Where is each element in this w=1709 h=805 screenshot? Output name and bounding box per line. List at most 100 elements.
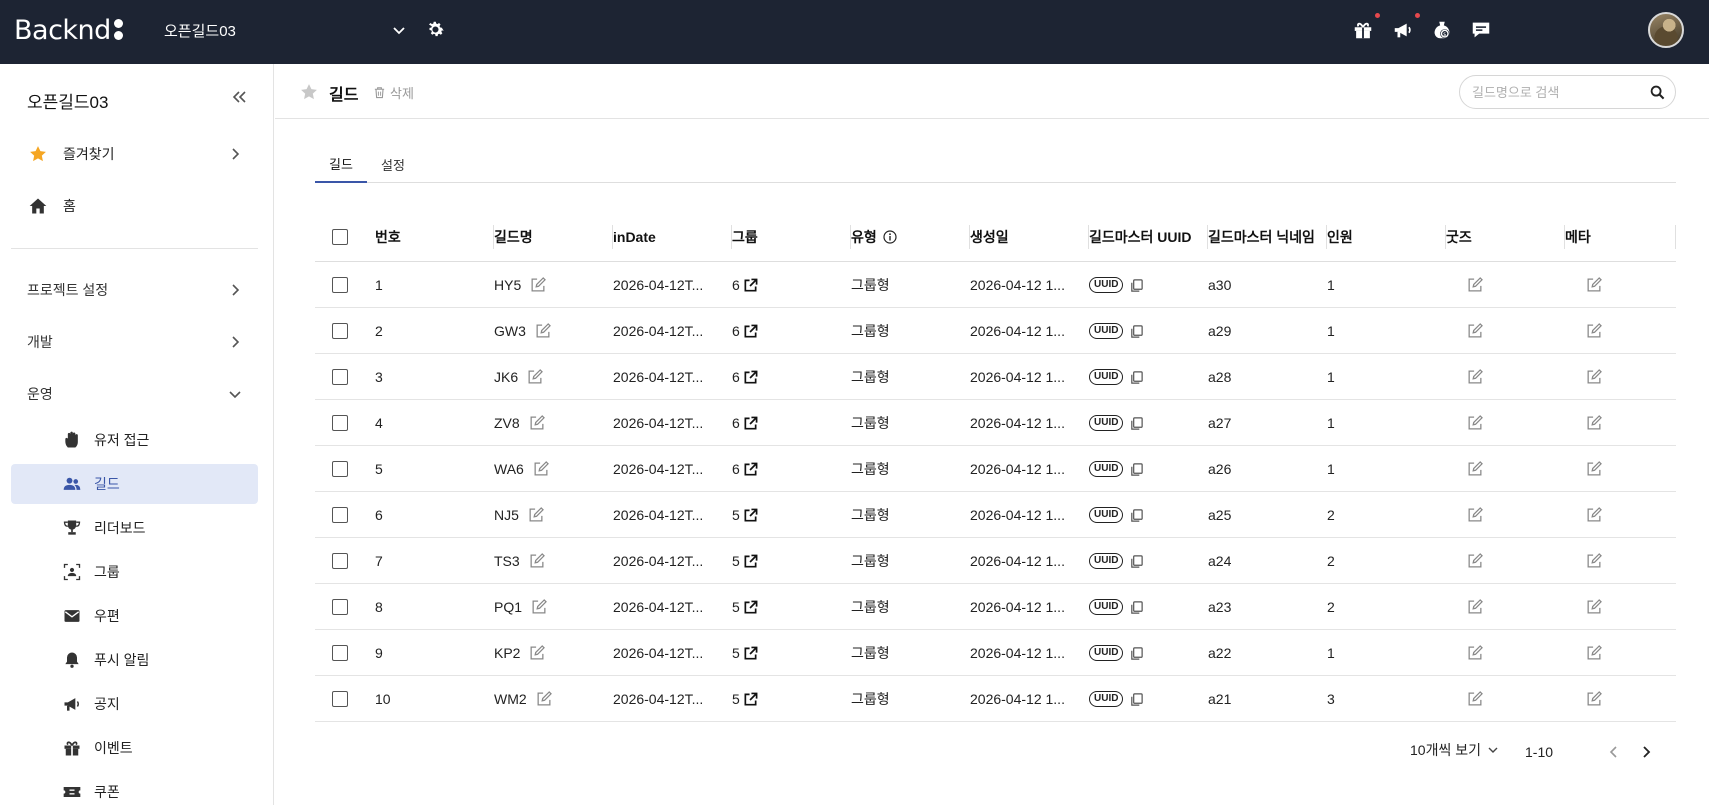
edit-icon[interactable]	[1466, 460, 1484, 478]
uuid-badge[interactable]: UUID	[1089, 553, 1124, 569]
external-link-icon[interactable]	[743, 370, 758, 385]
sidebar-item-group[interactable]: 그룹	[11, 552, 258, 592]
copy-icon[interactable]	[1129, 554, 1144, 569]
sidebar-item-push[interactable]: 푸시 알림	[11, 640, 258, 680]
column-header[interactable]: 굿즈	[1446, 212, 1565, 262]
tab-guild[interactable]: 길드	[315, 146, 367, 183]
external-link-icon[interactable]	[743, 554, 758, 569]
edit-icon[interactable]	[530, 598, 548, 616]
chevron-left-icon[interactable]	[1606, 744, 1622, 760]
backnd-logo[interactable]: Backnd	[14, 13, 123, 47]
edit-icon[interactable]	[1585, 368, 1603, 386]
row-checkbox[interactable]	[332, 323, 348, 339]
edit-icon[interactable]	[532, 460, 550, 478]
sidebar-section-development[interactable]: 개발	[11, 322, 258, 362]
info-icon[interactable]	[883, 230, 897, 244]
edit-icon[interactable]	[1585, 598, 1603, 616]
edit-icon[interactable]	[528, 552, 546, 570]
copy-icon[interactable]	[1129, 416, 1144, 431]
copy-icon[interactable]	[1129, 278, 1144, 293]
dollar-icon[interactable]: $	[1431, 19, 1453, 41]
copy-icon[interactable]	[1129, 508, 1144, 523]
chevrons-left-icon[interactable]	[230, 88, 248, 106]
edit-icon[interactable]	[535, 690, 553, 708]
copy-icon[interactable]	[1129, 646, 1144, 661]
edit-icon[interactable]	[1466, 322, 1484, 340]
edit-icon[interactable]	[1585, 322, 1603, 340]
row-checkbox[interactable]	[332, 691, 348, 707]
delete-button[interactable]: 삭제	[373, 83, 414, 102]
external-link-icon[interactable]	[743, 600, 758, 615]
edit-icon[interactable]	[1466, 552, 1484, 570]
external-link-icon[interactable]	[743, 692, 758, 707]
uuid-badge[interactable]: UUID	[1089, 461, 1124, 477]
column-header[interactable]: 인원	[1327, 212, 1446, 262]
copy-icon[interactable]	[1129, 462, 1144, 477]
copy-icon[interactable]	[1129, 324, 1144, 339]
row-checkbox[interactable]	[332, 553, 348, 569]
sidebar-item-leaderboard[interactable]: 리더보드	[11, 508, 258, 548]
edit-icon[interactable]	[1466, 506, 1484, 524]
tab-settings[interactable]: 설정	[367, 146, 419, 183]
external-link-icon[interactable]	[743, 416, 758, 431]
edit-icon[interactable]	[1466, 368, 1484, 386]
star-icon[interactable]	[299, 82, 319, 102]
uuid-badge[interactable]: UUID	[1089, 277, 1124, 293]
external-link-icon[interactable]	[743, 324, 758, 339]
edit-icon[interactable]	[1585, 460, 1603, 478]
column-header[interactable]: 길드마스터 UUID	[1089, 212, 1208, 262]
edit-icon[interactable]	[1466, 598, 1484, 616]
edit-icon[interactable]	[1466, 690, 1484, 708]
edit-icon[interactable]	[528, 414, 546, 432]
row-checkbox[interactable]	[332, 507, 348, 523]
sidebar-item-guild[interactable]: 길드	[11, 464, 258, 504]
column-header[interactable]: 메타	[1565, 212, 1676, 262]
edit-icon[interactable]	[1585, 552, 1603, 570]
edit-icon[interactable]	[529, 276, 547, 294]
edit-icon[interactable]	[1585, 276, 1603, 294]
copy-icon[interactable]	[1129, 600, 1144, 615]
edit-icon[interactable]	[1585, 690, 1603, 708]
uuid-badge[interactable]: UUID	[1089, 691, 1124, 707]
edit-icon[interactable]	[534, 322, 552, 340]
edit-icon[interactable]	[528, 644, 546, 662]
column-header[interactable]: inDate	[613, 212, 732, 262]
search-input[interactable]	[1472, 84, 1642, 100]
row-checkbox[interactable]	[332, 645, 348, 661]
chat-icon[interactable]	[1470, 19, 1492, 41]
uuid-badge[interactable]: UUID	[1089, 323, 1124, 339]
uuid-badge[interactable]: UUID	[1089, 599, 1124, 615]
uuid-badge[interactable]: UUID	[1089, 369, 1124, 385]
row-checkbox[interactable]	[332, 369, 348, 385]
sidebar-item-notice[interactable]: 공지	[11, 684, 258, 724]
sidebar-item-user-access[interactable]: 유저 접근	[11, 420, 258, 460]
row-checkbox[interactable]	[332, 461, 348, 477]
edit-icon[interactable]	[1585, 414, 1603, 432]
per-page-select[interactable]: 10개씩 보기	[1410, 740, 1499, 760]
row-checkbox[interactable]	[332, 599, 348, 615]
sidebar-section-operations[interactable]: 운영	[11, 374, 258, 414]
external-link-icon[interactable]	[743, 508, 758, 523]
sidebar-item-home[interactable]: 홈	[11, 186, 258, 226]
sidebar-item-event[interactable]: 이벤트	[11, 728, 258, 768]
external-link-icon[interactable]	[743, 278, 758, 293]
column-header[interactable]: 그룹	[732, 212, 851, 262]
uuid-badge[interactable]: UUID	[1089, 645, 1124, 661]
edit-icon[interactable]	[1466, 414, 1484, 432]
column-header[interactable]: 생성일	[970, 212, 1089, 262]
gear-icon[interactable]	[426, 19, 447, 40]
uuid-badge[interactable]: UUID	[1089, 507, 1124, 523]
edit-icon[interactable]	[1585, 506, 1603, 524]
row-checkbox[interactable]	[332, 415, 348, 431]
sidebar-item-mail[interactable]: 우편	[11, 596, 258, 636]
sidebar-section-project-settings[interactable]: 프로젝트 설정	[11, 270, 258, 310]
edit-icon[interactable]	[526, 368, 544, 386]
copy-icon[interactable]	[1129, 692, 1144, 707]
row-checkbox[interactable]	[332, 277, 348, 293]
column-header[interactable]: 길드명	[494, 212, 613, 262]
edit-icon[interactable]	[1466, 276, 1484, 294]
uuid-badge[interactable]: UUID	[1089, 415, 1124, 431]
select-all-checkbox[interactable]	[332, 229, 348, 245]
column-header[interactable]: 유형	[851, 212, 970, 262]
external-link-icon[interactable]	[743, 462, 758, 477]
